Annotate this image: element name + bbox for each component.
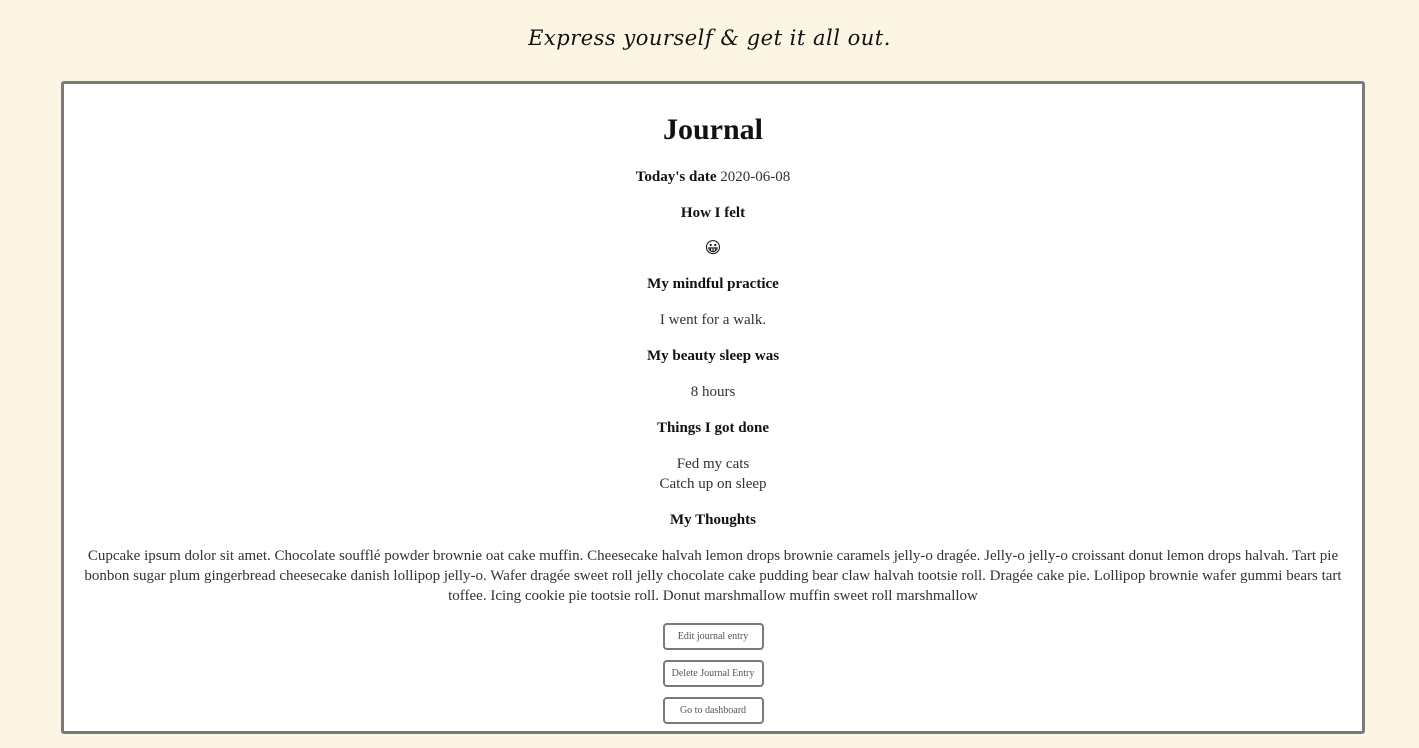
practice-value: I went for a walk.: [659, 312, 767, 328]
date-row: Today's date 2020-06-08: [64, 167, 1362, 187]
page-title: Journal: [662, 113, 764, 146]
tagline: Express yourself & get it all out.: [528, 26, 891, 50]
felt-heading: How I felt: [680, 205, 746, 221]
actions: Edit journal entry Delete Journal Entry …: [64, 623, 1362, 724]
thoughts-text: Cupcake ipsum dolor sit amet. Chocolate …: [84, 548, 1342, 604]
journal-card: Journal Today's date 2020-06-08 How I fe…: [61, 81, 1365, 734]
done-item: Fed my cats: [676, 456, 750, 472]
edit-entry-button[interactable]: Edit journal entry: [662, 623, 764, 650]
date-label: Today's date: [635, 169, 717, 185]
done-list: Fed my cats Catch up on sleep: [64, 454, 1362, 494]
date-value: 2020-06-08: [720, 169, 791, 185]
done-item: Catch up on sleep: [659, 476, 767, 492]
sleep-heading: My beauty sleep was: [646, 348, 780, 364]
dashboard-button[interactable]: Go to dashboard: [662, 697, 764, 724]
done-heading: Things I got done: [656, 420, 770, 436]
delete-entry-button[interactable]: Delete Journal Entry: [662, 660, 764, 687]
thoughts-heading: My Thoughts: [669, 512, 756, 528]
sleep-value: 8 hours: [690, 384, 736, 400]
grinning-face-icon: 😀: [704, 238, 722, 257]
practice-heading: My mindful practice: [647, 276, 779, 292]
